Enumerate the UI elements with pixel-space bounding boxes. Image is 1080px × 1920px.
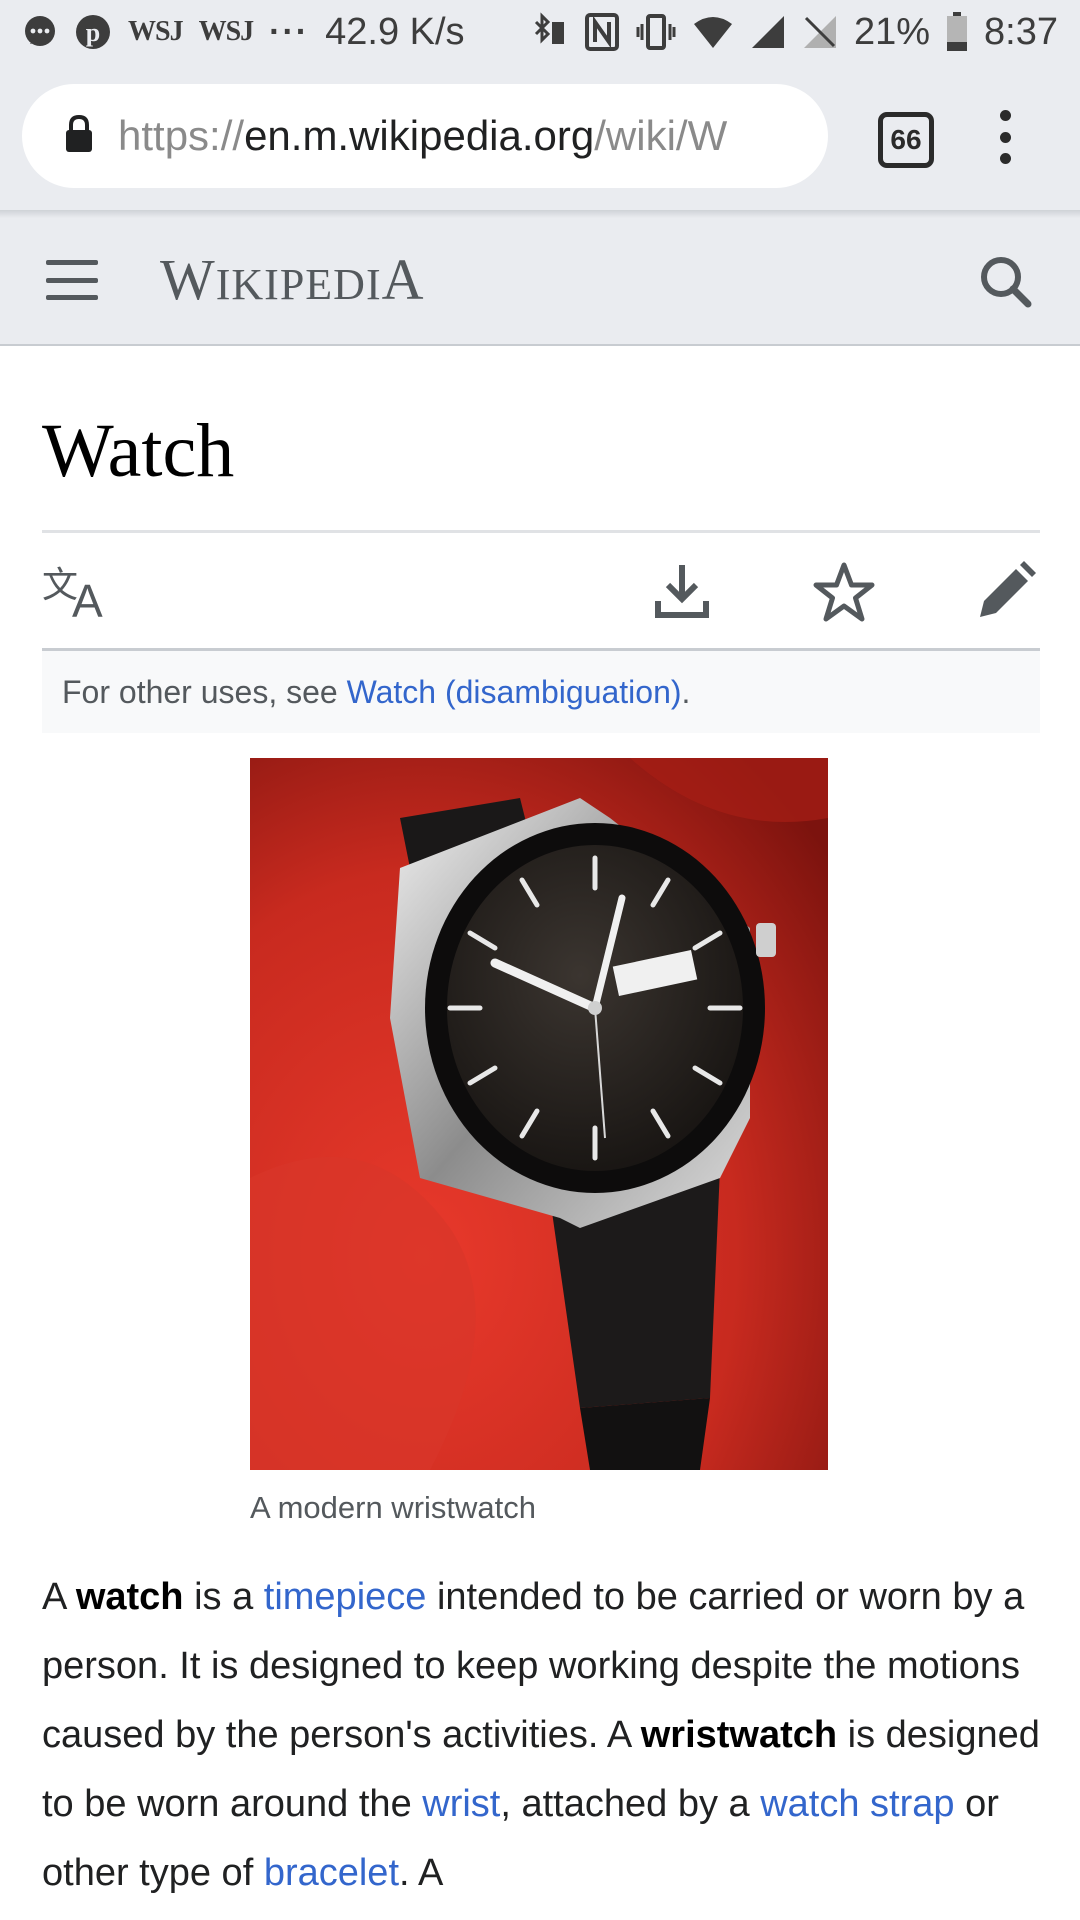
hamburger-line (46, 277, 98, 283)
text: A (42, 1576, 76, 1618)
status-bar: p WSJ WSJ ··· 42.9 K/s 21% 8:37 (0, 0, 1080, 64)
url-host: en.m.wikipedia.org (244, 112, 595, 159)
text: is a (183, 1576, 264, 1618)
battery-icon (946, 12, 968, 52)
pencil-icon[interactable] (974, 561, 1036, 628)
page-actions: 文A (42, 533, 1040, 648)
menu-dot-icon (999, 131, 1011, 143)
nfc-icon (584, 12, 620, 52)
wristwatch-image[interactable] (250, 758, 828, 1470)
cell-signal-icon (750, 14, 786, 50)
disambiguation-link[interactable]: Watch (disambiguation) (347, 674, 682, 711)
wsj-notification-icon: WSJ (128, 16, 184, 47)
timepiece-link[interactable]: timepiece (264, 1576, 427, 1618)
hatnote: For other uses, see Watch (disambiguatio… (42, 651, 1040, 733)
network-speed: 42.9 K/s (325, 10, 465, 53)
svg-text:p: p (86, 18, 100, 47)
text: , attached by a (500, 1783, 761, 1825)
language-icon[interactable]: 文A (42, 561, 112, 627)
menu-dot-icon (999, 153, 1011, 164)
status-left: p WSJ WSJ ··· 42.9 K/s (22, 11, 465, 54)
bold-term: watch (75, 1576, 184, 1618)
url-path: /wiki/W (594, 112, 728, 159)
wifi-icon (692, 14, 734, 50)
watch-strap-link[interactable]: watch strap (760, 1783, 954, 1825)
browser-menu-button[interactable] (990, 110, 1020, 164)
bluetooth-battery-icon (530, 12, 568, 52)
intro-paragraph: A watch is a timepiece intended to be ca… (42, 1563, 1052, 1908)
wordmark-last: A (381, 247, 425, 312)
url-scheme: https:// (118, 112, 245, 159)
page-title: Watch (42, 409, 235, 493)
hamburger-icon[interactable] (46, 260, 98, 300)
image-caption: A modern wristwatch (250, 1490, 536, 1525)
bold-term: wristwatch (640, 1714, 838, 1756)
clock: 8:37 (984, 10, 1058, 53)
bracelet-link[interactable]: bracelet (264, 1852, 399, 1894)
more-notifications-icon: ··· (269, 12, 310, 51)
menu-dot-icon (999, 110, 1011, 121)
wsj-notification-icon-2: WSJ (198, 16, 255, 47)
url-text[interactable]: https://en.m.wikipedia.org/wiki/W (118, 112, 727, 160)
hamburger-line (46, 260, 98, 265)
battery-percent: 21% (853, 10, 931, 53)
header-shadow (0, 210, 1080, 218)
vibrate-icon (636, 12, 676, 52)
lock-icon (64, 114, 94, 158)
text: . A (399, 1852, 444, 1894)
tab-switcher-button[interactable]: 66 (878, 112, 934, 168)
wiki-header: WIKIPEDIA (0, 210, 1080, 346)
address-bar[interactable]: https://en.m.wikipedia.org/wiki/W (22, 84, 828, 188)
no-sim-icon (802, 14, 838, 50)
svg-text:A: A (72, 575, 103, 619)
hatnote-prefix: For other uses, see (62, 673, 347, 710)
wikipedia-logo[interactable]: WIKIPEDIA (160, 246, 425, 313)
hatnote-suffix: . (681, 673, 691, 710)
search-icon[interactable] (978, 254, 1034, 315)
chat-notification-icon (22, 14, 58, 50)
wrist-link[interactable]: wrist (422, 1783, 500, 1825)
hamburger-line (46, 295, 98, 300)
wordmark-middle: IKIPEDI (215, 260, 382, 309)
wordmark-first: W (160, 247, 216, 312)
browser-toolbar: https://en.m.wikipedia.org/wiki/W 66 (0, 64, 1080, 210)
status-right: 21% 8:37 (530, 11, 1058, 54)
pinterest-icon: p (74, 13, 112, 51)
download-icon[interactable] (652, 561, 712, 626)
star-icon[interactable] (812, 561, 876, 628)
